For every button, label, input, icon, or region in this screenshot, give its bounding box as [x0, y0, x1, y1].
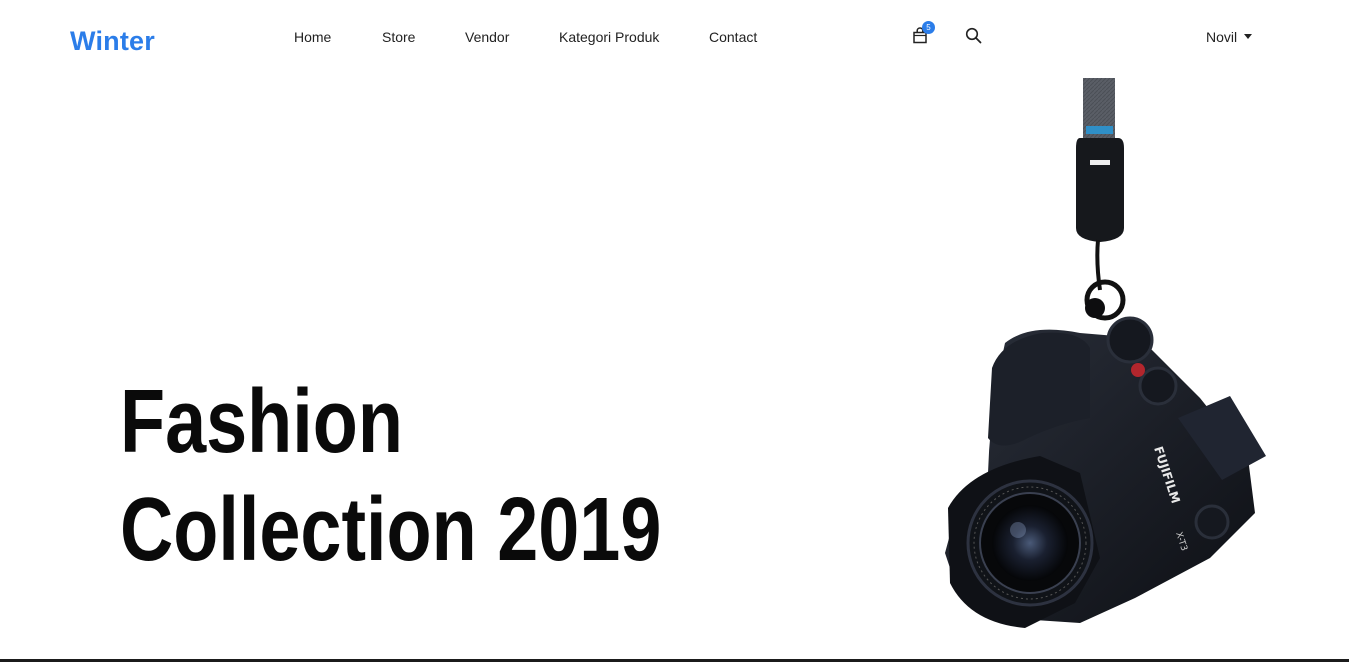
hero-title-line-2: Collection 2019: [120, 480, 662, 580]
navbar: Winter Home Store Vendor Kategori Produk…: [0, 0, 1349, 76]
nav-store[interactable]: Store: [382, 29, 415, 45]
user-menu-dropdown[interactable]: Novil: [1206, 29, 1253, 45]
nav-home[interactable]: Home: [294, 29, 331, 45]
search-button[interactable]: [965, 27, 985, 47]
hero-title: Fashion Collection 2019: [120, 368, 743, 584]
brand-logo[interactable]: Winter: [70, 26, 155, 57]
hero-title-line-1: Fashion: [120, 372, 403, 472]
cart-button[interactable]: 5: [912, 21, 935, 47]
nav-contact[interactable]: Contact: [709, 29, 757, 45]
nav-vendor[interactable]: Vendor: [465, 29, 509, 45]
nav-kategori-produk[interactable]: Kategori Produk: [559, 29, 659, 45]
search-icon: [965, 27, 982, 44]
user-name: Novil: [1206, 29, 1238, 45]
caret-down-icon: [1244, 34, 1253, 39]
cart-count-badge: 5: [922, 21, 935, 34]
camera-image: FUJIFILM X-T3: [945, 78, 1266, 628]
